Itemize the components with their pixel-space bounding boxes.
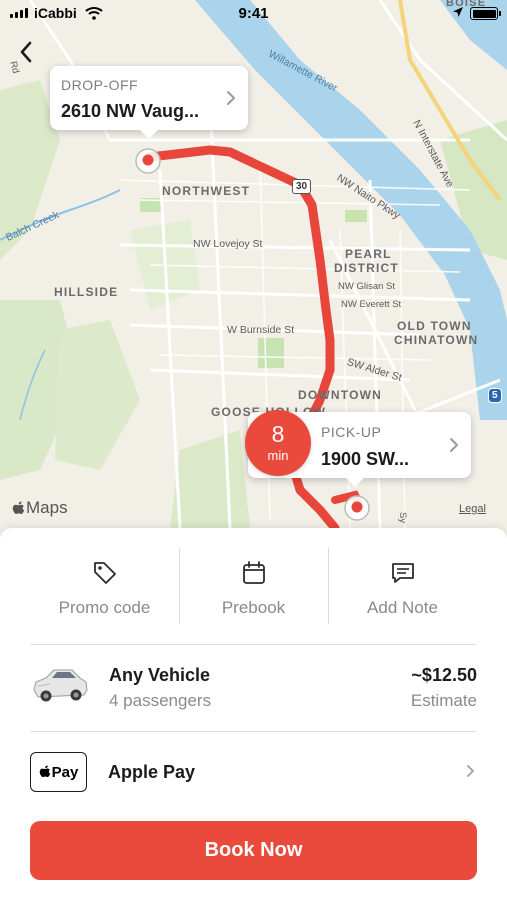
street-burnside: W Burnside St: [227, 324, 295, 336]
divider: [30, 731, 477, 732]
map-label-district: DISTRICT: [334, 261, 399, 275]
street-glisan: NW Glisan St: [338, 281, 396, 292]
booking-sheet: Promo code Prebook Add Note Any Vehicle …: [0, 528, 507, 900]
apple-pay-badge-text: Pay: [51, 763, 79, 781]
status-time: 9:41: [238, 5, 269, 22]
fare-price: ~$12.50: [411, 665, 477, 685]
dropoff-address: 2610 NW Vaug...: [61, 101, 200, 121]
prebook-label: Prebook: [221, 598, 286, 617]
vehicle-name: Any Vehicle: [109, 665, 211, 685]
dropoff-title: DROP-OFF: [61, 77, 139, 93]
promo-code-button[interactable]: Promo code: [30, 548, 179, 624]
add-note-label: Add Note: [367, 598, 438, 617]
add-note-button[interactable]: Add Note: [328, 548, 477, 624]
map-label-downtown: DOWNTOWN: [298, 388, 383, 402]
promo-code-label: Promo code: [58, 598, 151, 617]
book-now-button[interactable]: Book Now: [30, 821, 477, 880]
street-lovejoy: NW Lovejoy St: [193, 238, 263, 250]
battery-icon: [470, 7, 501, 20]
vehicle-capacity: 4 passengers: [109, 691, 212, 710]
chevron-right-icon: [450, 438, 458, 452]
map-label-pearl: PEARL: [345, 247, 392, 261]
chevron-left-icon: [20, 41, 32, 63]
eta-badge: 8 min: [245, 410, 311, 476]
interstate-5-shield: 5: [488, 388, 502, 403]
map-view[interactable]: NORTHWEST PEARL DISTRICT HILLSIDE OLD TO…: [0, 0, 507, 560]
apple-pay-badge: Pay: [30, 752, 87, 792]
maps-logo: Maps: [12, 498, 68, 518]
street-sy: Sy: [397, 512, 408, 524]
eta-value: 8: [271, 421, 285, 447]
location-arrow-icon: [453, 7, 463, 17]
map-label-northwest: NORTHWEST: [162, 184, 251, 198]
dropoff-callout[interactable]: DROP-OFF 2610 NW Vaug...: [50, 66, 248, 130]
fare-estimate-label: Estimate: [410, 691, 477, 710]
map-label-hillside: HILLSIDE: [54, 285, 119, 299]
legal-link[interactable]: Legal: [459, 503, 486, 515]
apple-logo-icon: [39, 765, 50, 778]
car-image: [33, 669, 88, 702]
payment-method-name: Apple Pay: [108, 762, 196, 782]
note-icon: [391, 563, 414, 583]
prebook-button[interactable]: Prebook: [179, 548, 328, 624]
pickup-address: 1900 SW...: [321, 449, 410, 469]
street-everett: NW Everett St: [341, 299, 402, 310]
calendar-icon: [242, 561, 265, 584]
status-bar: iCabbi 9:41: [0, 0, 507, 28]
vehicle-option[interactable]: Any Vehicle 4 passengers ~$12.50 Estimat…: [30, 654, 477, 718]
chevron-right-icon: [467, 765, 474, 777]
action-row: Promo code Prebook Add Note: [30, 548, 477, 624]
maps-brand-text: Maps: [26, 498, 68, 517]
highway-30-shield: 30: [292, 179, 312, 194]
pickup-title: PICK-UP: [321, 424, 382, 440]
back-button[interactable]: [10, 36, 42, 68]
chevron-right-icon: [227, 91, 235, 105]
eta-unit: min: [267, 448, 289, 463]
tag-icon: [93, 562, 116, 584]
divider: [30, 644, 477, 645]
payment-method-selector[interactable]: Pay Apple Pay: [30, 750, 477, 794]
apple-logo-icon: [12, 501, 25, 514]
map-label-chinatown: CHINATOWN: [394, 333, 479, 347]
map-label-old-town: OLD TOWN: [397, 319, 472, 333]
